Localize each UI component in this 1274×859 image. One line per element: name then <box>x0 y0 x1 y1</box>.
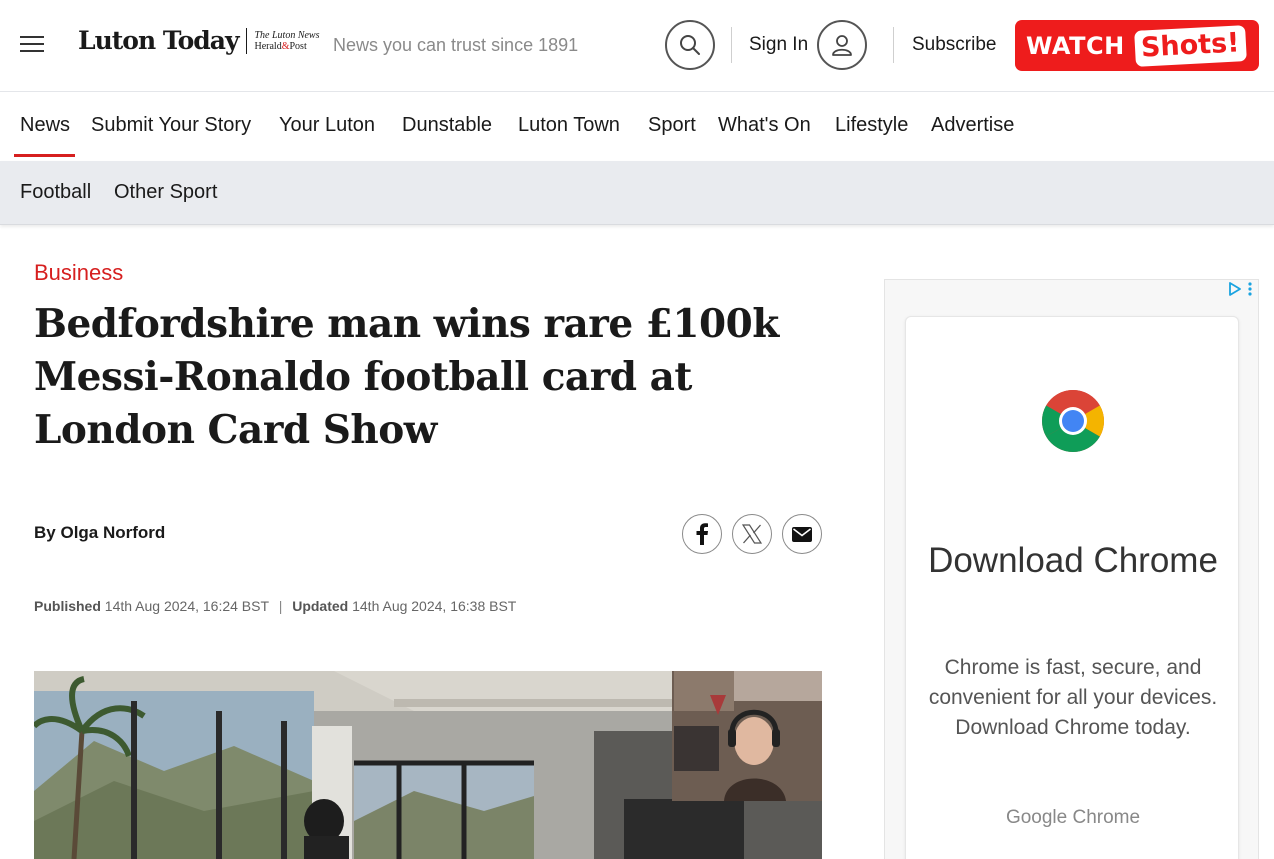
logo-wordmark: Luton Today <box>78 26 239 55</box>
updated-date: 14th Aug 2024, 16:38 BST <box>352 598 517 614</box>
nav-item-submit-your-story[interactable]: Submit Your Story <box>91 114 251 137</box>
logo-sub-herald: Herald <box>254 40 282 52</box>
ad-brand-link[interactable]: Google Chrome <box>906 807 1240 829</box>
nav-item-lifestyle[interactable]: Lifestyle <box>835 114 908 137</box>
site-logo[interactable]: Luton Today The Luton News Herald&Post <box>78 26 320 55</box>
ad-card[interactable]: Download Chrome Chrome is fast, secure, … <box>905 316 1239 859</box>
logo-subtitle: The Luton News Herald&Post <box>254 30 319 52</box>
shots-label: Shots! <box>1133 24 1247 67</box>
updated-label: Updated <box>292 598 349 614</box>
search-button[interactable] <box>665 20 715 70</box>
author-name[interactable]: Olga Norford <box>60 523 165 542</box>
logo-sub-post: Post <box>289 40 307 52</box>
ad-description: Chrome is fast, secure, and convenient f… <box>928 656 1218 739</box>
logo-sub-line1: The Luton News <box>254 29 320 41</box>
hero-scene <box>34 671 822 859</box>
chrome-logo <box>1041 390 1105 453</box>
hamburger-icon[interactable] <box>20 36 44 54</box>
kebab-menu-icon <box>1248 282 1252 296</box>
main-nav: News Submit Your Story Your Luton Dunsta… <box>0 93 1274 161</box>
header-divider <box>893 27 894 63</box>
published-date: 14th Aug 2024, 16:24 BST <box>104 598 269 614</box>
nav-item-sport[interactable]: Sport <box>648 114 696 137</box>
subnav-item-football[interactable]: Football <box>20 181 91 204</box>
article-headline: Bedfordshire man wins rare £100k Messi-R… <box>34 301 779 453</box>
published-label: Published <box>34 598 101 614</box>
subscribe-link[interactable]: Subscribe <box>912 34 997 56</box>
mail-icon <box>792 526 812 542</box>
ad-choices-button[interactable] <box>1228 282 1252 296</box>
search-icon <box>680 35 700 55</box>
nav-item-advertise[interactable]: Advertise <box>931 114 1014 137</box>
subnav-item-other-sport[interactable]: Other Sport <box>114 181 217 204</box>
site-header: Luton Today The Luton News Herald&Post N… <box>0 0 1274 92</box>
article-hero-image[interactable] <box>34 671 822 859</box>
sign-in-link[interactable]: Sign In <box>749 34 808 56</box>
x-icon <box>742 524 762 544</box>
user-icon <box>832 35 852 56</box>
profile-button[interactable] <box>817 20 867 70</box>
ad-title: Download Chrome <box>928 541 1218 580</box>
nav-item-luton-town[interactable]: Luton Town <box>518 114 620 137</box>
byline-prefix: By <box>34 523 56 542</box>
facebook-icon <box>696 523 708 545</box>
logo-divider <box>246 27 248 54</box>
site-tagline: News you can trust since 1891 <box>333 35 579 55</box>
ad-choices-icon <box>1229 282 1241 296</box>
header-divider <box>731 27 732 63</box>
article-dates: Published 14th Aug 2024, 16:24 BST | Upd… <box>34 598 516 614</box>
watch-label: WATCH <box>1026 31 1125 60</box>
ad-slot: Download Chrome Chrome is fast, secure, … <box>884 279 1259 859</box>
nav-item-dunstable[interactable]: Dunstable <box>402 114 492 137</box>
watch-shots-button[interactable]: WATCH Shots! <box>1015 20 1259 71</box>
share-x-button[interactable] <box>732 514 772 554</box>
share-email-button[interactable] <box>782 514 822 554</box>
nav-active-indicator <box>14 154 75 157</box>
nav-item-news[interactable]: News <box>20 114 70 137</box>
nav-item-whats-on[interactable]: What's On <box>718 114 811 137</box>
sub-nav: Football Other Sport <box>0 161 1274 225</box>
date-separator: | <box>278 598 283 614</box>
nav-item-your-luton[interactable]: Your Luton <box>279 114 375 137</box>
article-byline: By Olga Norford <box>34 523 165 543</box>
article-category[interactable]: Business <box>34 260 123 286</box>
share-facebook-button[interactable] <box>682 514 722 554</box>
